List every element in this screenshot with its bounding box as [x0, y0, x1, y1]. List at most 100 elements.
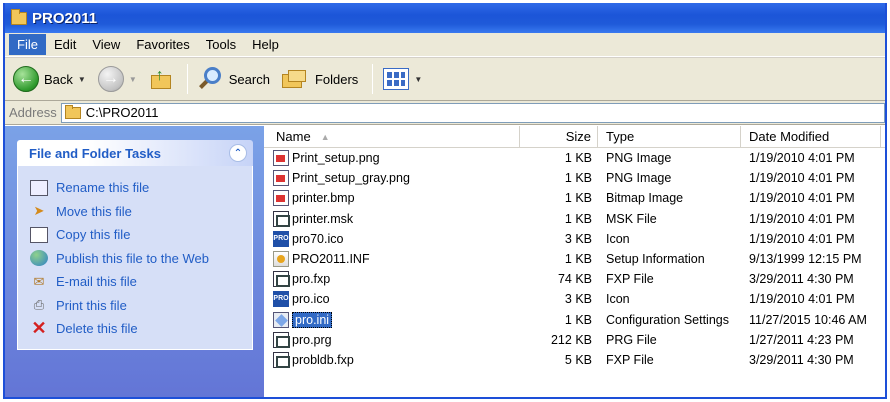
back-dropdown-icon[interactable]: ▼ [78, 75, 86, 84]
address-bar: Address C:\PRO2011 [5, 101, 885, 125]
ico-file-icon: PRO [273, 230, 289, 247]
file-date: 1/19/2010 4:01 PM [749, 191, 855, 206]
file-row[interactable]: PRO pro.ico 3 KB Icon 1/19/2010 4:01 PM [264, 289, 885, 309]
ico-file-icon: PRO [273, 291, 289, 308]
file-date: 9/13/1999 12:15 PM [749, 252, 862, 267]
msk-file-icon [273, 210, 290, 227]
task-copy-file[interactable]: Copy this file [30, 223, 244, 247]
task-pane: File and Folder Tasks ⌃ Rename this file… [5, 126, 264, 397]
file-type: Configuration Settings [606, 312, 729, 327]
file-size: 1 KB [564, 252, 592, 267]
file-row[interactable]: printer.bmp 1 KB Bitmap Image 1/19/2010 … [264, 188, 885, 208]
bmp-file-icon [273, 190, 289, 207]
file-row[interactable]: pro.prg 212 KB PRG File 1/27/2011 4:23 P… [264, 330, 885, 350]
address-field[interactable]: C:\PRO2011 [60, 102, 885, 123]
print-icon: ⎙ [33, 297, 45, 313]
main-content: File and Folder Tasks ⌃ Rename this file… [5, 126, 885, 397]
task-email-file[interactable]: ✉ E-mail this file [30, 270, 244, 294]
views-dropdown-icon[interactable]: ▼ [414, 75, 422, 84]
task-label: Publish this file to the Web [56, 250, 209, 266]
task-label: Print this file [56, 297, 127, 313]
file-date: 3/29/2011 4:30 PM [749, 352, 854, 367]
fxp-file-icon [273, 351, 290, 368]
back-button[interactable]: ← Back ▼ [9, 63, 90, 95]
file-row-selected[interactable]: pro.ini 1 KB Configuration Settings 11/2… [264, 310, 885, 330]
png-file-icon [273, 170, 289, 187]
file-type: PRG File [606, 332, 657, 347]
file-type: Icon [606, 231, 630, 246]
collapse-chevron-icon[interactable]: ⌃ [229, 144, 247, 162]
prg-file-icon [273, 331, 290, 348]
address-label: Address [9, 105, 57, 120]
window-title: PRO2011 [32, 9, 98, 27]
file-type: Icon [606, 292, 630, 307]
file-row[interactable]: Print_setup.png 1 KB PNG Image 1/19/2010… [264, 148, 885, 168]
file-row[interactable]: printer.msk 1 KB MSK File 1/19/2010 4:01… [264, 209, 885, 229]
title-bar[interactable]: PRO2011 [5, 3, 885, 33]
forward-dropdown-icon[interactable]: ▼ [129, 75, 137, 84]
search-label: Search [228, 71, 270, 87]
folders-icon [281, 68, 308, 90]
menu-file[interactable]: File [9, 34, 46, 55]
search-button[interactable]: Search [194, 63, 274, 95]
file-size: 212 KB [550, 332, 592, 347]
folders-label: Folders [314, 71, 359, 87]
file-date: 1/19/2010 4:01 PM [749, 211, 855, 226]
tasks-list: Rename this file ➤ Move this file Copy t… [17, 166, 253, 350]
back-label: Back [44, 71, 73, 87]
task-print-file[interactable]: ⎙ Print this file [30, 294, 244, 318]
forward-arrow-icon: → [97, 66, 124, 92]
task-label: Move this file [56, 203, 132, 219]
file-size: 1 KB [564, 171, 592, 186]
file-row[interactable]: Print_setup_gray.png 1 KB PNG Image 1/19… [264, 168, 885, 188]
file-name: pro.fxp [292, 272, 331, 287]
file-type: FXP File [606, 272, 654, 287]
task-delete-file[interactable]: ✕ Delete this file [30, 317, 244, 341]
views-button[interactable]: ▼ [379, 65, 426, 93]
file-size: 1 KB [564, 191, 592, 206]
email-icon: ✉ [33, 273, 45, 289]
file-type: PNG Image [606, 171, 672, 186]
file-row[interactable]: PRO pro70.ico 3 KB Icon 1/19/2010 4:01 PM [264, 229, 885, 249]
file-size: 1 KB [564, 312, 592, 327]
column-header-type[interactable]: Type [598, 126, 741, 147]
column-header-name[interactable]: Name ▲ [264, 126, 520, 147]
column-header-size[interactable]: Size [520, 126, 598, 147]
column-header-name-label: Name [276, 129, 311, 144]
file-row[interactable]: PRO2011.INF 1 KB Setup Information 9/13/… [264, 249, 885, 269]
menu-tools[interactable]: Tools [198, 34, 244, 55]
folders-button[interactable]: Folders [278, 65, 362, 93]
file-date: 11/27/2015 10:46 AM [749, 312, 867, 327]
column-header-date[interactable]: Date Modified [741, 126, 881, 147]
up-button[interactable]: ↑ [145, 64, 177, 94]
task-rename-file[interactable]: Rename this file [30, 176, 244, 200]
task-publish-file[interactable]: Publish this file to the Web [30, 247, 244, 271]
fxp-file-icon [273, 271, 290, 288]
menu-favorites[interactable]: Favorites [128, 34, 197, 55]
inf-file-icon [273, 251, 289, 268]
file-type: MSK File [606, 211, 657, 226]
file-date: 1/19/2010 4:01 PM [749, 231, 855, 246]
file-size: 1 KB [564, 151, 592, 166]
file-name: pro.prg [292, 332, 332, 347]
delete-icon: ✕ [31, 318, 47, 339]
file-size: 5 KB [564, 352, 592, 367]
menu-view[interactable]: View [84, 34, 128, 55]
file-date: 1/27/2011 4:23 PM [749, 332, 854, 347]
publish-icon [30, 250, 48, 267]
menu-edit[interactable]: Edit [46, 34, 84, 55]
file-size: 3 KB [564, 231, 592, 246]
task-label: E-mail this file [56, 274, 137, 290]
file-row[interactable]: pro.fxp 74 KB FXP File 3/29/2011 4:30 PM [264, 269, 885, 289]
task-move-file[interactable]: ➤ Move this file [30, 200, 244, 224]
copy-icon [30, 226, 48, 243]
file-name: pro.ico [292, 292, 330, 307]
file-row[interactable]: probldb.fxp 5 KB FXP File 3/29/2011 4:30… [264, 350, 885, 370]
ini-file-icon [273, 311, 289, 328]
forward-button[interactable]: → ▼ [94, 63, 141, 95]
file-date: 1/19/2010 4:01 PM [749, 292, 855, 307]
file-name: printer.msk [292, 211, 354, 226]
menu-help[interactable]: Help [244, 34, 287, 55]
tasks-panel-header[interactable]: File and Folder Tasks ⌃ [17, 140, 253, 166]
file-size: 74 KB [557, 272, 592, 287]
